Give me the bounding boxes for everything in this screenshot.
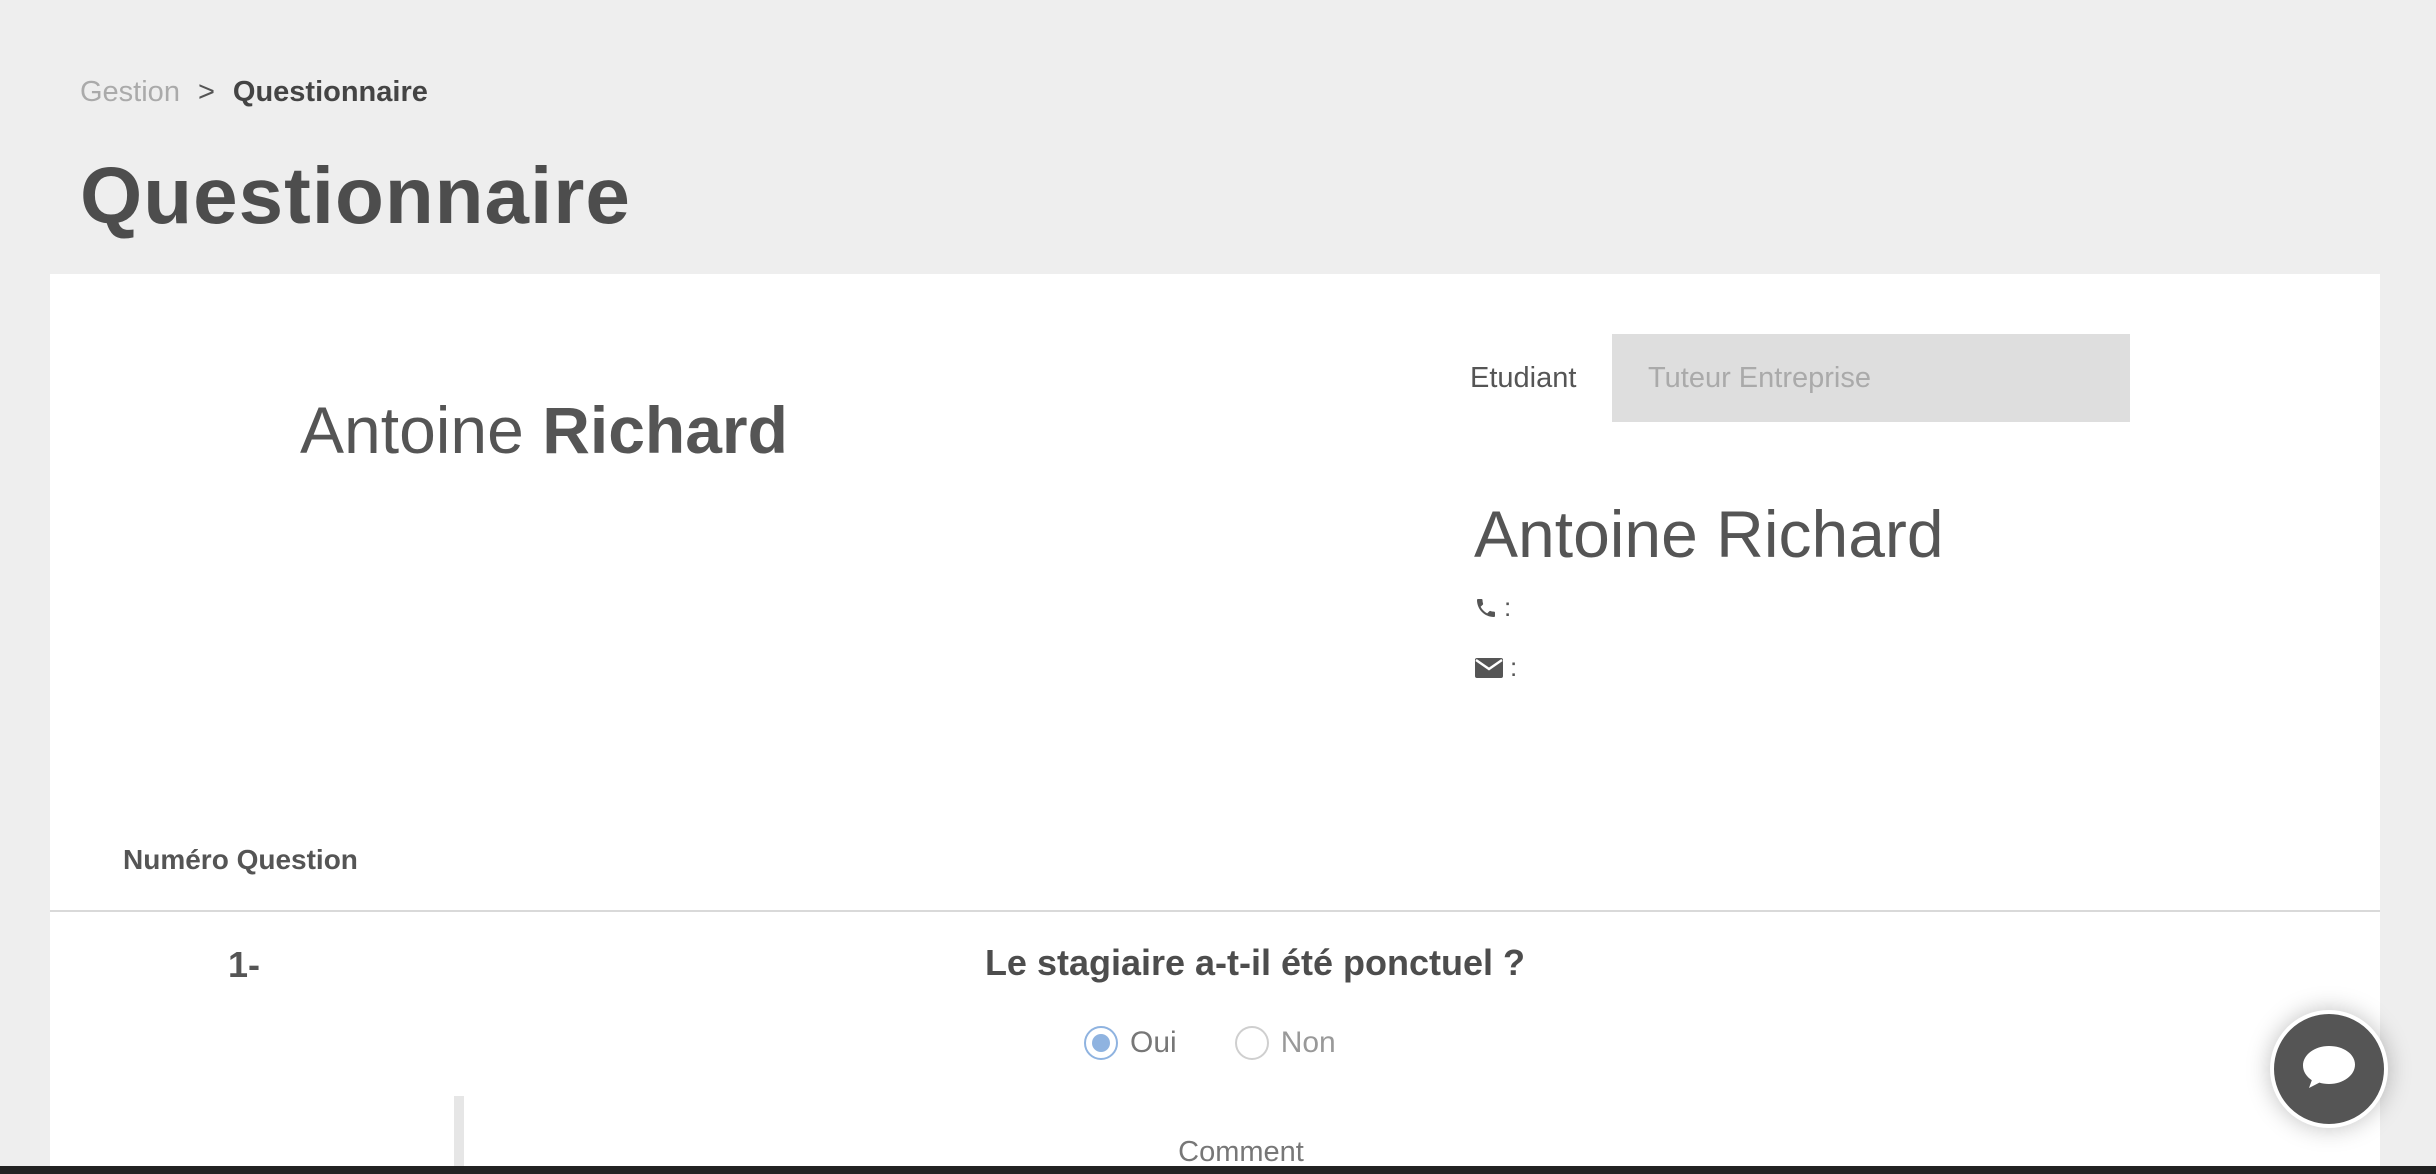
breadcrumb-current: Questionnaire (232, 76, 428, 108)
question-text: Le stagiaire a-t-il été ponctuel ? (984, 942, 1526, 983)
contact-name: Antoine Richard (1474, 497, 1944, 571)
radio-oui[interactable] (1084, 1026, 1118, 1060)
chat-bubble-icon (2300, 1043, 2358, 1096)
option-non-label: Non (1280, 1026, 1336, 1059)
page-title: Questionnaire (80, 151, 631, 240)
breadcrumb-separator: > (197, 76, 215, 108)
student-last-name: Richard (542, 393, 788, 467)
chat-button[interactable] (2270, 1010, 2388, 1128)
option-oui-label: Oui (1130, 1026, 1177, 1059)
breadcrumb-link-gestion[interactable]: Gestion (80, 76, 180, 109)
answer-options: Oui Non (1084, 1026, 1336, 1060)
profile-tabs: Etudiant Tuteur Entreprise (1434, 334, 2130, 422)
bottom-edge (0, 1166, 2436, 1174)
question-number-header: Numéro Question (123, 844, 358, 875)
contact-phone: : (1474, 592, 1511, 623)
option-oui[interactable]: Oui (1084, 1026, 1177, 1060)
phone-value: : (1504, 592, 1512, 622)
contact-email: : (1474, 652, 1517, 683)
comment-label: Comment (1178, 1136, 1304, 1168)
phone-icon (1474, 596, 1498, 620)
student-first-name: Antoine (300, 393, 524, 467)
student-name: Antoine Richard (300, 392, 788, 468)
radio-non[interactable] (1234, 1026, 1269, 1060)
option-non[interactable]: Non (1234, 1026, 1336, 1060)
questionnaire-card: Antoine Richard Etudiant Tuteur Entrepri… (50, 274, 2380, 1174)
header-divider (50, 910, 2380, 912)
tab-tuteur-entreprise[interactable]: Tuteur Entreprise (1612, 334, 1907, 422)
tab-etudiant[interactable]: Etudiant (1434, 334, 1612, 422)
breadcrumb: Gestion > Questionnaire (80, 76, 428, 109)
envelope-icon (1474, 656, 1504, 680)
email-value: : (1510, 652, 1518, 682)
